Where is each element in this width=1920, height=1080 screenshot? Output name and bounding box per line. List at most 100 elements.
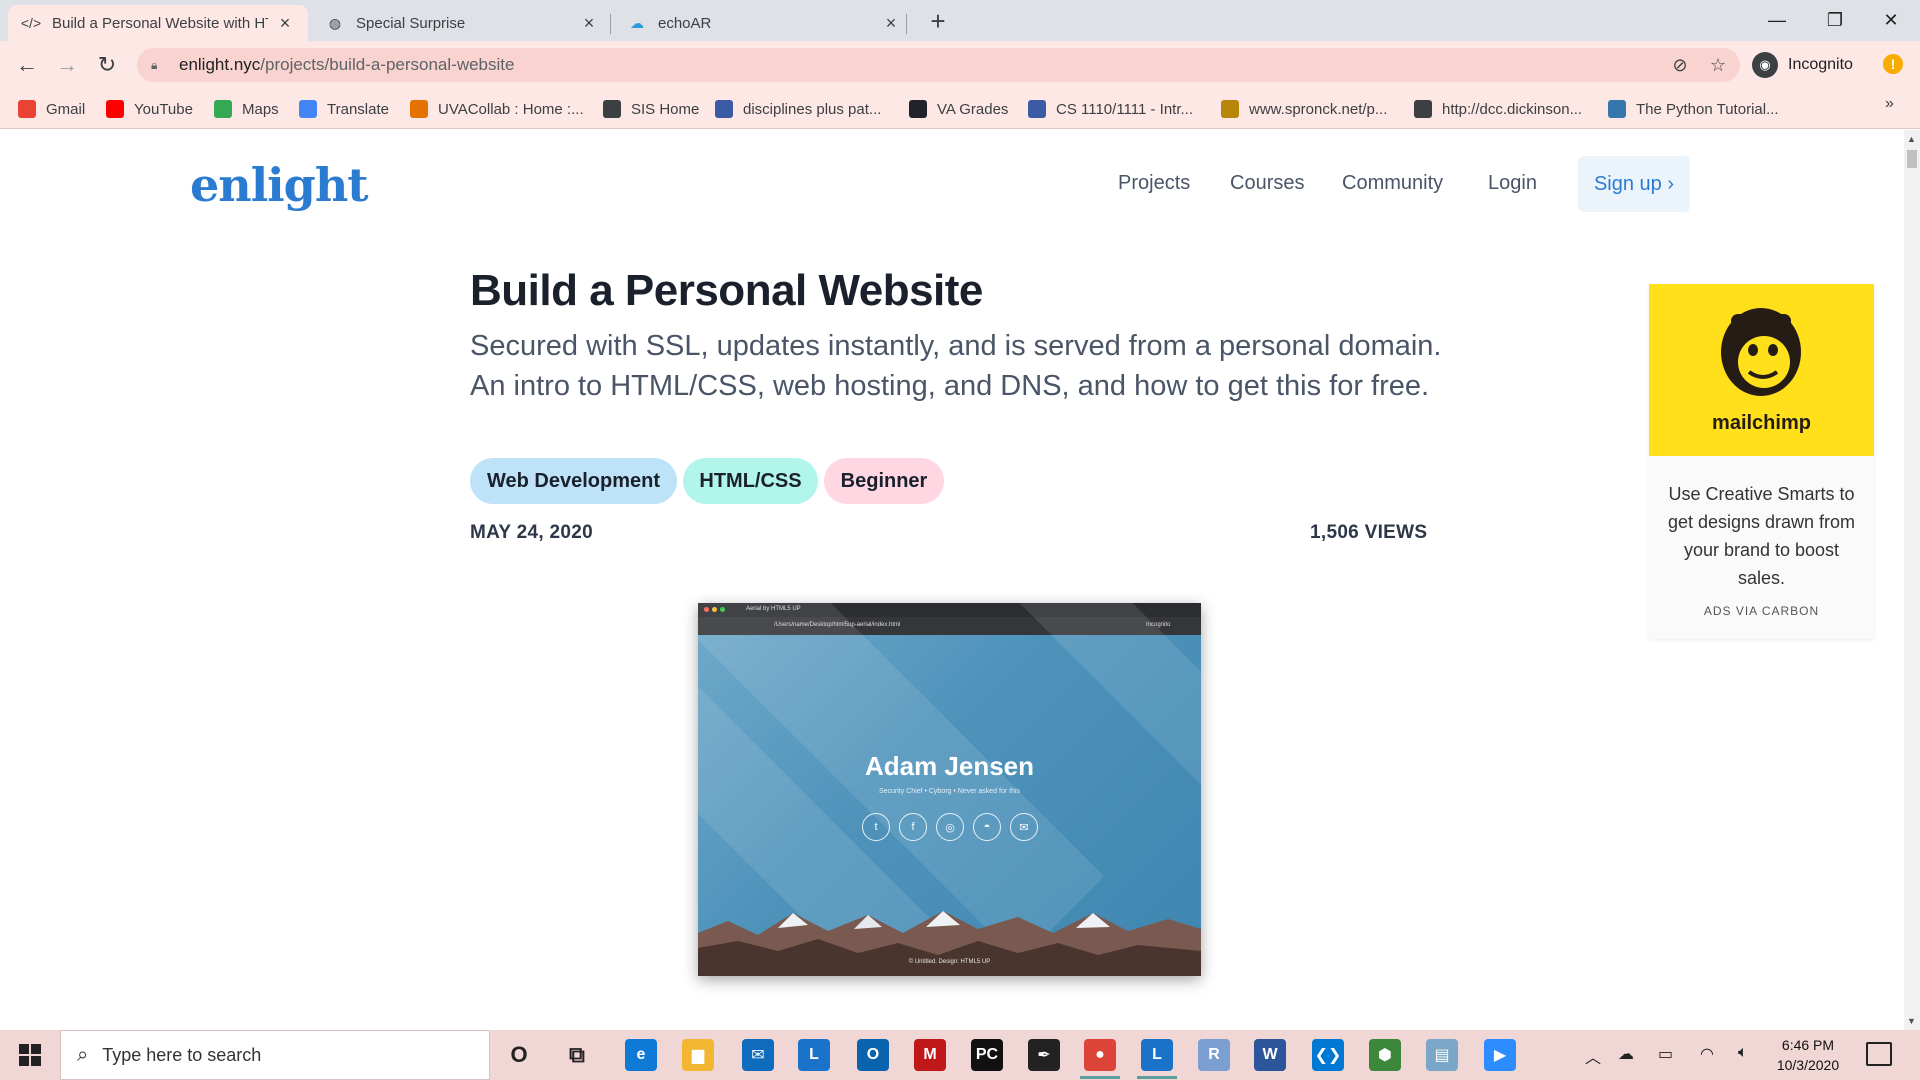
tab-title: echoAR <box>658 14 712 32</box>
l-app-icon-2[interactable]: L <box>1141 1039 1173 1071</box>
ad-text[interactable]: Use Creative Smarts to get designs drawn… <box>1659 480 1864 592</box>
update-alert-icon[interactable]: ! <box>1883 54 1903 74</box>
address-bar[interactable]: 🔒︎ enlight.nyc/projects/build-a-personal… <box>137 48 1740 82</box>
incognito-profile[interactable]: ◉ Incognito <box>1752 48 1853 82</box>
back-button[interactable]: ← <box>11 49 43 81</box>
onedrive-icon[interactable]: ☁ <box>1618 1044 1634 1064</box>
page-scrollbar[interactable]: ▲ ▼ <box>1904 130 1920 1030</box>
page-title: Build a Personal Website <box>470 266 983 315</box>
word-icon[interactable]: W <box>1254 1039 1286 1071</box>
scroll-down-icon[interactable]: ▼ <box>1907 1016 1916 1026</box>
forward-button[interactable]: → <box>51 49 83 81</box>
new-tab-button[interactable]: + <box>922 5 954 37</box>
r-icon[interactable]: R <box>1198 1039 1230 1071</box>
wifi-icon[interactable]: ◠ <box>1700 1044 1714 1064</box>
close-icon[interactable]: × <box>580 13 598 34</box>
minimize-button[interactable]: — <box>1748 0 1806 41</box>
bookmark-item[interactable]: www.spronck.net/p... <box>1221 98 1387 120</box>
react-icon <box>909 100 927 118</box>
cortana-icon[interactable]: O <box>503 1039 535 1071</box>
start-button[interactable] <box>0 1030 60 1080</box>
globe-icon <box>603 100 621 118</box>
cloud-icon: ☁ <box>630 14 644 31</box>
nav-link-projects[interactable]: Projects <box>1118 172 1190 195</box>
l-app-icon[interactable]: L <box>798 1039 830 1071</box>
site-logo[interactable]: enlight <box>190 158 369 212</box>
outlook-icon[interactable]: O <box>857 1039 889 1071</box>
nav-link-community[interactable]: Community <box>1342 172 1443 195</box>
action-center-icon[interactable] <box>1866 1042 1892 1066</box>
incognito-icon: ◉ <box>1752 52 1778 78</box>
tab-echoar[interactable]: ☁ echoAR × <box>614 5 914 41</box>
bookmark-item[interactable]: VA Grades <box>909 98 1008 120</box>
bookmark-item[interactable]: Maps <box>214 98 279 120</box>
task-view-icon[interactable]: ⧉ <box>561 1039 593 1071</box>
facebook-icon: f <box>899 813 927 841</box>
system-clock[interactable]: 6:46 PM 10/3/2020 <box>1768 1035 1848 1075</box>
more-bookmarks-icon[interactable]: » <box>1885 95 1894 113</box>
bookmark-item[interactable]: disciplines plus pat... <box>715 98 881 120</box>
reload-button[interactable]: ↻ <box>91 49 123 81</box>
nodejs-icon[interactable]: ⬢ <box>1369 1039 1401 1071</box>
hero-name: Adam Jensen <box>864 751 1035 781</box>
close-icon[interactable]: × <box>276 13 294 34</box>
spronck-icon <box>1221 100 1239 118</box>
address-url: enlight.nyc/projects/build-a-personal-we… <box>179 55 515 74</box>
notes-icon[interactable]: ▤ <box>1426 1039 1458 1071</box>
browser-toolbar: ← → ↻ 🔒︎ enlight.nyc/projects/build-a-pe… <box>0 41 1920 89</box>
scrollbar-thumb[interactable] <box>1907 150 1917 168</box>
pycharm-icon[interactable]: PC <box>971 1039 1003 1071</box>
ads-via-carbon-link[interactable]: ADS VIA CARBON <box>1649 604 1874 618</box>
eye-off-icon[interactable]: ⊘ <box>1664 48 1696 82</box>
tab-special-surprise[interactable]: ◍ Special Surprise × <box>312 5 612 41</box>
active-app-indicator <box>1137 1076 1177 1079</box>
chrome-icon[interactable]: ● <box>1084 1039 1116 1071</box>
bookmark-label: www.spronck.net/p... <box>1249 100 1388 118</box>
nav-link-courses[interactable]: Courses <box>1230 172 1304 195</box>
bookmark-item[interactable]: SIS Home <box>603 98 699 120</box>
bookmark-item[interactable]: Translate <box>299 98 389 120</box>
tag-web-development[interactable]: Web Development <box>470 458 677 504</box>
carbon-ad[interactable]: mailchimp Use Creative Smarts to get des… <box>1649 284 1874 639</box>
bookmark-item[interactable]: CS 1110/1111 - Intr... <box>1028 98 1193 120</box>
maps-icon <box>214 100 232 118</box>
tag-beginner[interactable]: Beginner <box>824 458 944 504</box>
code-icon: </> <box>20 15 42 31</box>
bookmark-item[interactable]: Gmail <box>18 98 85 120</box>
windows-taskbar: ⌕ Type here to search ︿ ☁ ▭ ◠ 🔈︎ 6:46 PM… <box>0 1030 1920 1080</box>
bookmark-item[interactable]: The Python Tutorial... <box>1608 98 1779 120</box>
tab-divider <box>610 14 611 34</box>
bookmark-item[interactable]: UVACollab : Home :... <box>410 98 584 120</box>
file-explorer-icon[interactable]: ▆ <box>682 1039 714 1071</box>
chevron-up-icon[interactable]: ︿ <box>1585 1044 1601 1068</box>
battery-icon[interactable]: ▭ <box>1658 1044 1673 1064</box>
mcafee-icon[interactable]: M <box>914 1039 946 1071</box>
tab-build-personal-website[interactable]: </> Build a Personal Website with HT × <box>8 5 308 41</box>
restore-button[interactable]: ❐ <box>1806 0 1864 41</box>
zoom-icon[interactable]: ▶ <box>1484 1039 1516 1071</box>
edge-icon[interactable]: e <box>625 1039 657 1071</box>
publish-date: MAY 24, 2020 <box>470 522 593 543</box>
web-page: enlight Projects Courses Community Login… <box>0 130 1904 1030</box>
star-icon[interactable]: ☆ <box>1702 48 1734 82</box>
bookmark-label: The Python Tutorial... <box>1636 100 1779 118</box>
volume-icon[interactable]: 🔈︎ <box>1738 1044 1748 1062</box>
vscode-icon[interactable]: ❮❯ <box>1312 1039 1344 1071</box>
taskbar-search[interactable]: ⌕ Type here to search <box>60 1030 490 1080</box>
window-close-button[interactable]: ✕ <box>1862 0 1920 41</box>
hero-tagline: Security Chief • Cyborg • Never asked fo… <box>878 788 1021 795</box>
bookmark-item[interactable]: http://dcc.dickinson... <box>1414 98 1582 120</box>
bookmark-label: SIS Home <box>631 100 700 118</box>
hero-screenshot: Aerial by HTML5 UP /Users/name/Desktop/h… <box>698 603 1201 976</box>
tag-html-css[interactable]: HTML/CSS <box>683 458 818 504</box>
bookmark-item[interactable]: YouTube <box>106 98 193 120</box>
python-icon <box>1608 100 1626 118</box>
inkscape-icon[interactable]: ✒ <box>1028 1039 1060 1071</box>
ad-brand: mailchimp <box>1712 412 1811 434</box>
mountains-image <box>698 911 1201 976</box>
signup-button[interactable]: Sign up › <box>1578 156 1690 212</box>
mail-icon[interactable]: ✉ <box>742 1039 774 1071</box>
nav-link-login[interactable]: Login <box>1488 172 1537 195</box>
close-icon[interactable]: × <box>882 13 900 34</box>
scroll-up-icon[interactable]: ▲ <box>1907 134 1916 144</box>
